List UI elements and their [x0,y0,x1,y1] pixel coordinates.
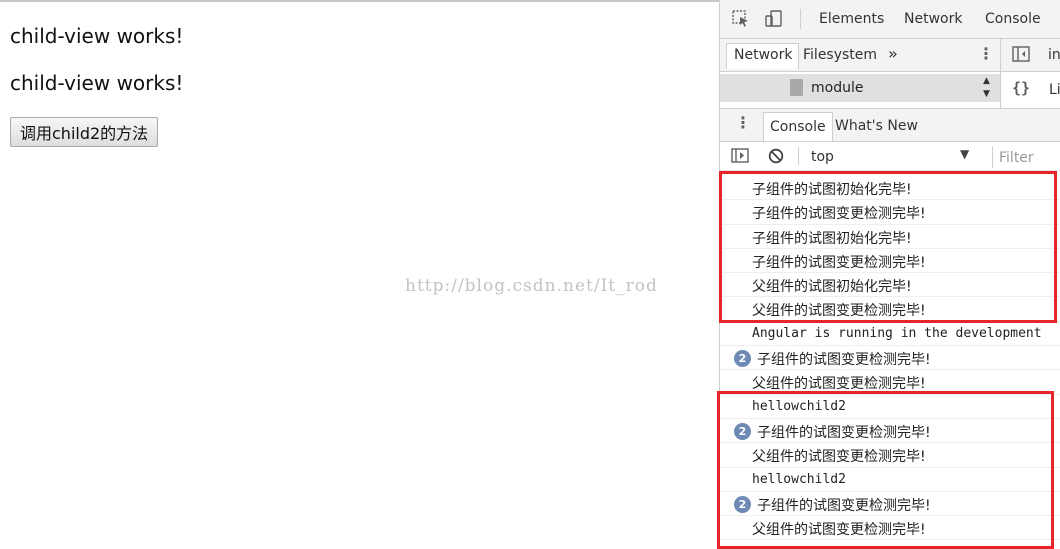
show-sidebar-icon[interactable] [731,148,749,167]
context-dropdown-caret-icon[interactable]: ▼ [960,147,969,161]
console-log-message: hellowchild2 [752,471,846,487]
console-log-row: 父组件的试图变更检测完毕! [720,516,1060,541]
console-log-message: 父组件的试图初始化完毕! [752,279,912,296]
more-tabs-chevron-icon[interactable]: » [888,44,898,63]
toolbar-separator [798,147,799,165]
console-log-message: 父组件的试图变更检测完毕! [752,449,926,466]
devtools-main-tabbar: Elements Network Console [720,0,1060,39]
console-log-message: 子组件的试图变更检测完毕! [752,206,926,223]
toggle-sidebar-icon[interactable] [1012,46,1030,66]
console-log-message: 子组件的试图变更检测完毕! [752,254,926,271]
pretty-print-braces-icon[interactable]: {} [1012,81,1030,96]
drawer-tabbar: ⋮ Console What's New [720,108,1060,142]
inspect-element-icon[interactable] [732,10,750,32]
console-log-row: 子组件的试图变更检测完毕! [720,249,1060,274]
tabbar-separator [800,9,801,29]
tab-console[interactable]: Console [985,11,1041,27]
device-toolbar-icon[interactable] [765,10,783,32]
console-log-message: 子组件的试图变更检测完毕! [757,497,931,514]
kebab-menu-icon[interactable]: ⋮ [978,46,994,62]
file-tree-item[interactable]: module [720,74,1000,102]
console-log-row: Angular is running in the development [720,322,1060,347]
console-log-message: 父组件的试图变更检测完毕! [752,303,926,320]
pane-separator-2 [1000,72,1001,108]
clear-console-icon[interactable] [768,148,784,168]
console-log-row: 子组件的试图初始化完毕! [720,225,1060,249]
console-log-message: 子组件的试图变更检测完毕! [757,424,931,441]
console-log-row: 父组件的试图初始化完毕! [720,273,1060,298]
tab-navigator-network[interactable]: Network [726,43,800,69]
pane-separator [1000,39,1001,71]
navigator-tabbar: Network Filesystem » ⋮ in [720,39,1060,72]
console-log-message: 父组件的试图变更检测完毕! [752,522,926,539]
tab-drawer-console[interactable]: Console [763,112,833,141]
devtools-panel: Elements Network Console Network Filesys… [719,0,1060,549]
file-icon [790,79,803,96]
console-log-row: hellowchild2 [720,468,1060,492]
console-toolbar: top ▼ Filter [720,142,1060,171]
console-log-row: 子组件的试图初始化完毕! [720,176,1060,201]
child-view-text-1: child-view works! [10,24,184,48]
call-child2-method-button[interactable]: 调用child2的方法 [10,117,159,147]
page-viewport: child-view works! child-view works! 调用ch… [0,2,718,549]
tab-whats-new[interactable]: What's New [835,118,918,134]
drawer-menu-icon[interactable]: ⋮ [735,115,751,131]
console-log-row: 父组件的试图变更检测完毕! [720,297,1060,322]
child-view-text-2: child-view works! [10,71,184,95]
console-log-row: 2 子组件的试图变更检测完毕! [720,419,1060,444]
tab-filesystem[interactable]: Filesystem [803,47,877,63]
console-log-message: 子组件的试图初始化完毕! [752,182,912,198]
console-log-row: 子组件的试图变更检测完毕! [720,200,1060,225]
watermark: http://blog.csdn.net/It_rod [405,276,658,296]
console-log-row: 2 子组件的试图变更检测完毕! [720,346,1060,371]
console-log-message: 父组件的试图变更检测完毕! [752,376,926,393]
tab-elements[interactable]: Elements [819,11,884,27]
repeat-count-badge: 2 [734,495,751,513]
console-log-row: 父组件的试图变更检测完毕! [720,443,1060,468]
scroll-arrows-icon[interactable]: ▲ ▼ [983,75,990,101]
console-log-row: 2 子组件的试图变更检测完毕! [720,492,1060,517]
console-log-row: hellowchild2 [720,395,1060,419]
repeat-count-badge: 2 [734,422,751,440]
console-log-row: 父组件的试图变更检测完毕! [720,370,1060,395]
console-log-message: hellowchild2 [752,398,846,414]
repeat-count-badge: 2 [734,350,751,368]
tab-network[interactable]: Network [904,11,962,27]
clipped-tab-label[interactable]: in [1048,47,1060,63]
console-log-list: 子组件的试图初始化完毕! 子组件的试图变更检测完毕! 子组件的试图初始化完毕! 子组件… [720,176,1060,541]
console-log-message: 子组件的试图初始化完毕! [752,230,912,247]
context-select[interactable]: top [811,149,834,165]
file-tree-label: module [811,80,864,96]
console-log-message: Angular is running in the development [752,325,1042,341]
filter-input[interactable]: Filter [992,146,1060,168]
console-log-message: 子组件的试图变更检测完毕! [757,352,931,369]
clipped-line-label: Li [1049,82,1060,98]
